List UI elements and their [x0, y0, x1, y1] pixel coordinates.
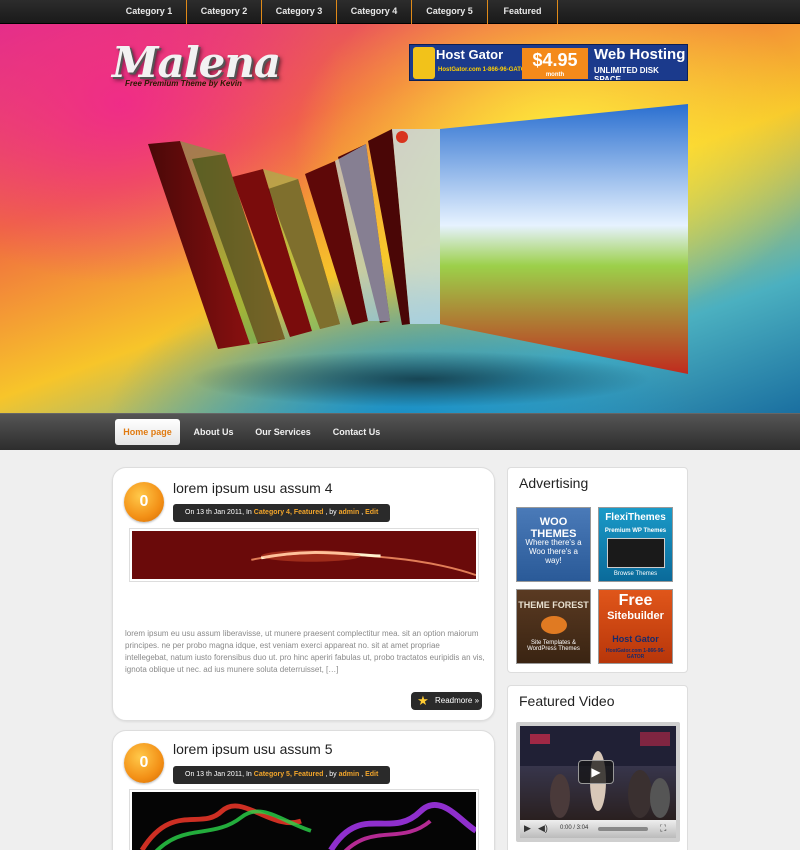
- video-progress-bar[interactable]: [598, 827, 648, 831]
- category-link-3[interactable]: Category 3: [262, 0, 337, 24]
- banner-brand: Host Gator: [436, 47, 504, 62]
- post-excerpt: lorem ipsum eu usu assum liberavisse, ut…: [125, 629, 485, 674]
- advertising-widget: Advertising WOO THEMES Where there's a W…: [507, 467, 688, 673]
- nav-contact[interactable]: Contact Us: [325, 419, 388, 445]
- readmore-button[interactable]: ★ Readmore »: [411, 692, 482, 710]
- post-categories-link[interactable]: Category 4, Featured: [254, 509, 324, 516]
- category-link-5[interactable]: Category 5: [412, 0, 488, 24]
- thumbnail-image: [132, 792, 478, 850]
- nav-home[interactable]: Home page: [115, 419, 180, 445]
- banner-price-unit: month: [545, 72, 565, 78]
- widget-title: Featured Video: [519, 693, 615, 709]
- post-meta: On 13 th Jan 2011, In Category 5, Featur…: [173, 766, 390, 784]
- ad-flexithemes[interactable]: FlexiThemes Premium WP Themes Browse The…: [598, 507, 673, 582]
- post-meta: On 13 th Jan 2011, In Category 4, Featur…: [173, 504, 390, 522]
- banner-subline: UNLIMITED DISK SPACE: [594, 66, 659, 81]
- post-title[interactable]: lorem ipsum usu assum 5: [173, 741, 333, 757]
- video-time: 0:00 / 3:04: [560, 825, 589, 831]
- ad-woothemes[interactable]: WOO THEMES Where there's a Woo there's a…: [516, 507, 591, 582]
- hostgator-banner-ad[interactable]: Host Gator HostGator.com 1-866-96-GATOR …: [409, 44, 688, 81]
- post-card: 0 lorem ipsum usu assum 4 On 13 th Jan 2…: [112, 467, 495, 721]
- banner-phone: HostGator.com 1-866-96-GATOR: [438, 67, 530, 73]
- header-artwork: [148, 104, 688, 407]
- gator-mascot-icon: [413, 47, 435, 79]
- play-button-icon[interactable]: ▶: [524, 823, 531, 834]
- post-thumbnail[interactable]: [129, 789, 479, 850]
- comment-count-badge[interactable]: 0: [124, 743, 164, 783]
- fullscreen-icon[interactable]: ⛶: [660, 823, 666, 834]
- star-icon: ★: [417, 693, 429, 708]
- nav-about[interactable]: About Us: [186, 419, 241, 445]
- category-link-4[interactable]: Category 4: [337, 0, 412, 24]
- banner-price: $4.95 month: [522, 48, 588, 79]
- category-link-2[interactable]: Category 2: [187, 0, 262, 24]
- site-tagline: Free Premium Theme by Kevin: [125, 79, 242, 88]
- post-card: 0 lorem ipsum usu assum 5 On 13 th Jan 2…: [112, 730, 495, 850]
- category-bar: Category 1 Category 2 Category 3 Categor…: [0, 0, 800, 24]
- post-title[interactable]: lorem ipsum usu assum 4: [173, 480, 333, 496]
- ad-themeforest[interactable]: THEME FOREST Site Templates & WordPress …: [516, 589, 591, 664]
- post-thumbnail[interactable]: [129, 528, 479, 582]
- post-edit-link[interactable]: Edit: [365, 509, 378, 516]
- main-nav: Home page About Us Our Services Contact …: [0, 413, 800, 450]
- featured-video-widget: Featured Video ▶ ▶ ◀) 0:00 / 3:04 ⛶: [507, 685, 688, 850]
- play-icon[interactable]: ▶: [578, 760, 614, 784]
- thumbnail-image: [132, 531, 477, 579]
- widget-title: Advertising: [519, 475, 589, 491]
- volume-icon[interactable]: ◀): [538, 823, 548, 834]
- post-author-link[interactable]: admin: [339, 509, 360, 516]
- ad-hostgator-sitebuilder[interactable]: Free Sitebuilder Host Gator HostGator.co…: [598, 589, 673, 664]
- post-categories-link[interactable]: Category 5, Featured: [254, 771, 324, 778]
- category-link-featured[interactable]: Featured: [488, 0, 558, 24]
- site-header: Malena Free Premium Theme by Kevin Host …: [0, 24, 800, 413]
- nav-services[interactable]: Our Services: [247, 419, 319, 445]
- post-edit-link[interactable]: Edit: [365, 771, 378, 778]
- comment-count-badge[interactable]: 0: [124, 482, 164, 522]
- category-link-1[interactable]: Category 1: [112, 0, 187, 24]
- video-controls: ▶ ◀) 0:00 / 3:04 ⛶: [520, 820, 676, 838]
- post-author-link[interactable]: admin: [339, 771, 360, 778]
- video-player[interactable]: ▶ ▶ ◀) 0:00 / 3:04 ⛶: [516, 722, 680, 842]
- banner-headline: Web Hosting: [594, 46, 686, 63]
